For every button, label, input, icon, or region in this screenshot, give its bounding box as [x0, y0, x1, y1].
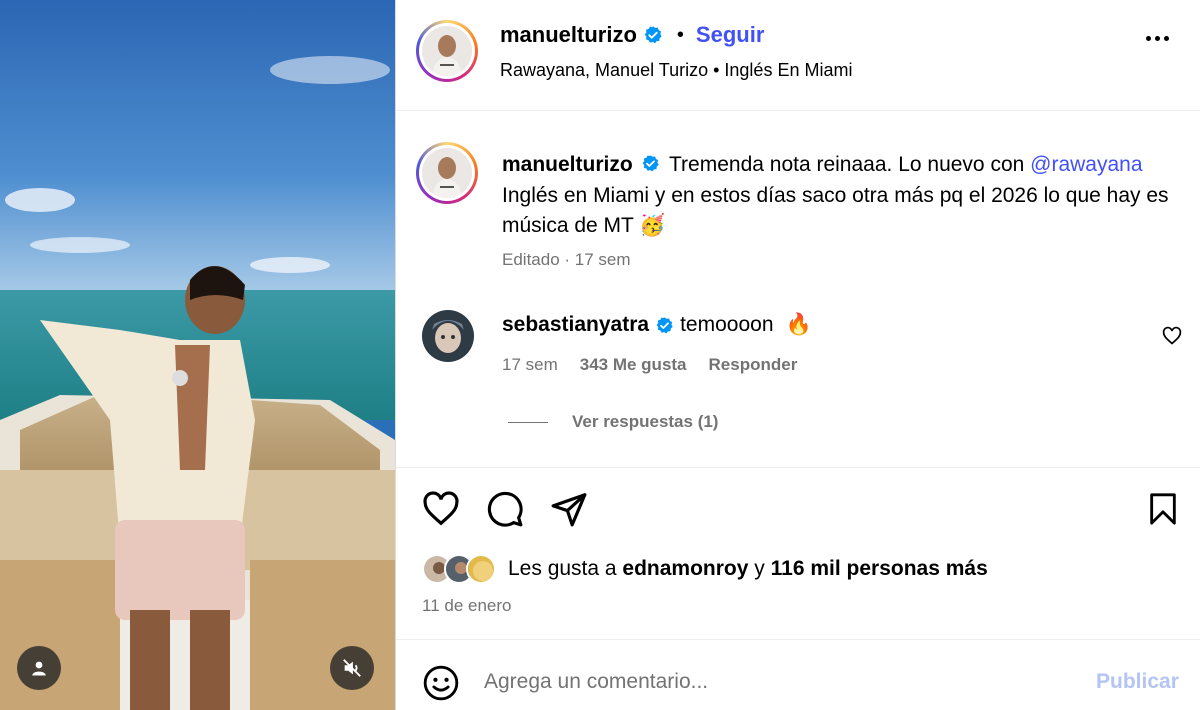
comment-text: temoooon — [680, 313, 774, 336]
bookmark-icon[interactable] — [1146, 490, 1180, 528]
comment-icon[interactable] — [486, 490, 524, 528]
comment-input[interactable] — [484, 664, 1044, 700]
caption-username[interactable]: manuelturizo — [502, 153, 633, 176]
separator-dot: • — [676, 23, 684, 46]
mute-button[interactable] — [330, 646, 374, 690]
heart-icon — [1162, 326, 1182, 345]
comment-line: sebastianyatra temoooon 🔥 — [502, 313, 812, 337]
party-emoji: 🥳 — [639, 214, 666, 237]
actions-divider — [396, 467, 1200, 468]
author-username[interactable]: manuelturizo — [500, 22, 637, 48]
verified-badge-icon — [656, 316, 673, 333]
likes-summary: Les gusta a ednamonroy y 116 mil persona… — [422, 554, 988, 584]
follow-button[interactable]: Seguir — [696, 22, 764, 48]
fire-emoji: 🔥 — [785, 313, 812, 336]
author-avatar[interactable] — [416, 20, 478, 82]
heart-icon[interactable] — [422, 490, 460, 528]
tagged-users-button[interactable] — [17, 646, 61, 690]
reply-button[interactable]: Responder — [709, 355, 798, 375]
post-details-panel: manuelturizo • Seguir Rawayana, Manuel T… — [396, 0, 1200, 710]
verified-badge-icon — [642, 155, 659, 172]
caption-body-start: Tremenda nota reinaaa. Lo nuevo con — [669, 153, 1031, 176]
commenter-username[interactable]: sebastianyatra — [502, 313, 649, 337]
post-actions — [422, 490, 588, 528]
emoji-icon[interactable] — [422, 664, 460, 702]
comment-likes[interactable]: 343 Me gusta — [580, 355, 687, 375]
share-icon[interactable] — [550, 490, 588, 528]
verified-badge-icon — [644, 26, 662, 44]
publish-button[interactable]: Publicar — [1096, 670, 1179, 694]
more-options-button[interactable] — [1146, 36, 1169, 41]
view-replies-label: Ver respuestas (1) — [572, 412, 719, 431]
likes-prefix: Les gusta a — [508, 557, 623, 580]
liker-username[interactable]: ednamonroy — [622, 557, 748, 580]
view-replies-button[interactable]: Ver respuestas (1) — [508, 412, 718, 432]
caption-text: manuelturizo Tremenda nota reinaaa. Lo n… — [502, 150, 1182, 242]
comment-composer: Publicar — [396, 654, 1200, 710]
caption-meta: Editado · 17 sem — [502, 250, 631, 269]
comment-like-button[interactable] — [1162, 326, 1182, 351]
header-divider — [396, 110, 1200, 111]
audio-attribution[interactable]: Rawayana, Manuel Turizo • Inglés En Miam… — [500, 60, 852, 81]
comment-meta: 17 sem 343 Me gusta Responder — [502, 355, 797, 375]
more-icon — [1146, 36, 1151, 41]
caption-mention-link[interactable]: @rawayana — [1030, 153, 1142, 176]
liker-avatar[interactable] — [466, 554, 496, 584]
post-media[interactable] — [0, 0, 395, 710]
muted-speaker-icon — [343, 659, 361, 677]
composer-divider — [396, 639, 1200, 640]
comment-time: 17 sem — [502, 355, 558, 374]
post-date[interactable]: 11 de enero — [422, 596, 511, 616]
commenter-avatar[interactable] — [422, 310, 474, 362]
user-icon — [32, 661, 46, 676]
likes-middle: y — [748, 557, 771, 580]
caption-body-end: Inglés en Miami y en estos días saco otr… — [502, 183, 1169, 238]
likes-text: Les gusta a ednamonroy y 116 mil persona… — [508, 557, 988, 581]
video-frame — [0, 0, 395, 710]
replies-line — [508, 421, 548, 423]
caption-author-avatar[interactable] — [416, 142, 478, 204]
likes-count[interactable]: 116 mil personas más — [771, 557, 988, 580]
